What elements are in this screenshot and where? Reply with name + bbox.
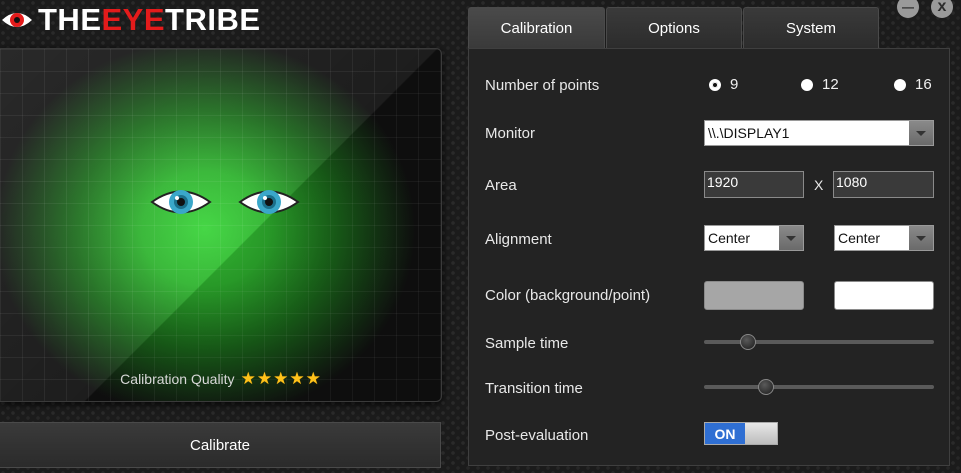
toggle-state-label: ON	[705, 423, 745, 444]
slider-thumb[interactable]	[739, 334, 756, 350]
close-icon: x	[937, 0, 947, 15]
chevron-down-icon[interactable]	[909, 121, 933, 145]
monitor-label: Monitor	[485, 125, 536, 142]
tab-calibration[interactable]: Calibration	[468, 7, 605, 48]
calibration-preview: Calibration Quality ★ ★ ★ ★ ★	[0, 48, 442, 402]
sample-time-slider[interactable]	[704, 334, 934, 350]
chevron-down-icon[interactable]	[909, 226, 933, 250]
area-label: Area	[485, 177, 517, 194]
logo-text-the: THE	[38, 2, 102, 37]
area-separator: X	[814, 177, 824, 193]
radio-unselected-icon	[894, 78, 906, 91]
alignment-vertical-value: Center	[838, 230, 881, 246]
number-of-points-label: Number of points	[485, 77, 600, 94]
left-eye-icon	[150, 190, 212, 214]
calibration-settings-panel	[468, 48, 950, 466]
star-icon: ★	[289, 369, 305, 388]
chevron-down-icon[interactable]	[779, 226, 803, 250]
calibration-quality-label: Calibration Quality	[120, 371, 235, 387]
points-radio-9[interactable]: 9	[709, 76, 738, 93]
points-option-9-label: 9	[730, 76, 739, 93]
app-logo: THEEYETRIBE	[0, 2, 261, 38]
quality-stars: ★ ★ ★ ★ ★	[240, 369, 321, 388]
points-option-16-label: 16	[915, 76, 932, 93]
toggle-knob	[745, 423, 777, 444]
star-icon: ★	[240, 369, 256, 388]
background-color-swatch[interactable]	[704, 281, 804, 310]
alignment-horizontal-select[interactable]: Center	[704, 225, 804, 251]
points-radio-16[interactable]: 16	[894, 76, 932, 93]
sample-time-label: Sample time	[485, 335, 569, 352]
alignment-horizontal-value: Center	[708, 230, 751, 246]
calibration-quality: Calibration Quality ★ ★ ★ ★ ★	[0, 369, 441, 388]
points-option-12-label: 12	[822, 76, 839, 93]
calibrate-button[interactable]: Calibrate	[0, 422, 441, 468]
star-icon: ★	[256, 369, 273, 388]
alignment-label: Alignment	[485, 231, 552, 248]
right-eye-icon	[238, 190, 300, 214]
alignment-vertical-select[interactable]: Center	[834, 225, 934, 251]
logo-text-tribe: TRIBE	[165, 2, 261, 37]
transition-time-slider[interactable]	[704, 379, 934, 395]
star-icon: ★	[273, 369, 289, 388]
close-button[interactable]: x	[931, 0, 953, 18]
points-radio-12[interactable]: 12	[801, 76, 839, 93]
slider-track	[704, 340, 934, 344]
minimize-button[interactable]: —	[897, 0, 919, 18]
tab-system[interactable]: System	[743, 7, 879, 48]
radio-unselected-icon	[801, 78, 813, 91]
post-evaluation-toggle[interactable]: ON	[704, 422, 778, 445]
minimize-icon: —	[902, 0, 914, 14]
color-label: Color (background/point)	[485, 287, 651, 304]
tab-options[interactable]: Options	[606, 7, 742, 48]
slider-track	[704, 385, 934, 389]
area-width-input[interactable]: 1920	[704, 171, 804, 198]
monitor-select[interactable]: \\.\DISPLAY1	[704, 120, 934, 146]
logo-text-eye: EYE	[101, 2, 166, 37]
eye-logo-icon	[2, 13, 32, 27]
area-height-input[interactable]: 1080	[833, 171, 934, 198]
radio-selected-icon	[709, 78, 721, 91]
transition-time-label: Transition time	[485, 380, 583, 397]
point-color-swatch[interactable]	[834, 281, 934, 310]
post-evaluation-label: Post-evaluation	[485, 427, 589, 444]
star-icon: ★	[305, 369, 321, 388]
monitor-select-value: \\.\DISPLAY1	[708, 125, 790, 141]
slider-thumb[interactable]	[758, 379, 775, 395]
